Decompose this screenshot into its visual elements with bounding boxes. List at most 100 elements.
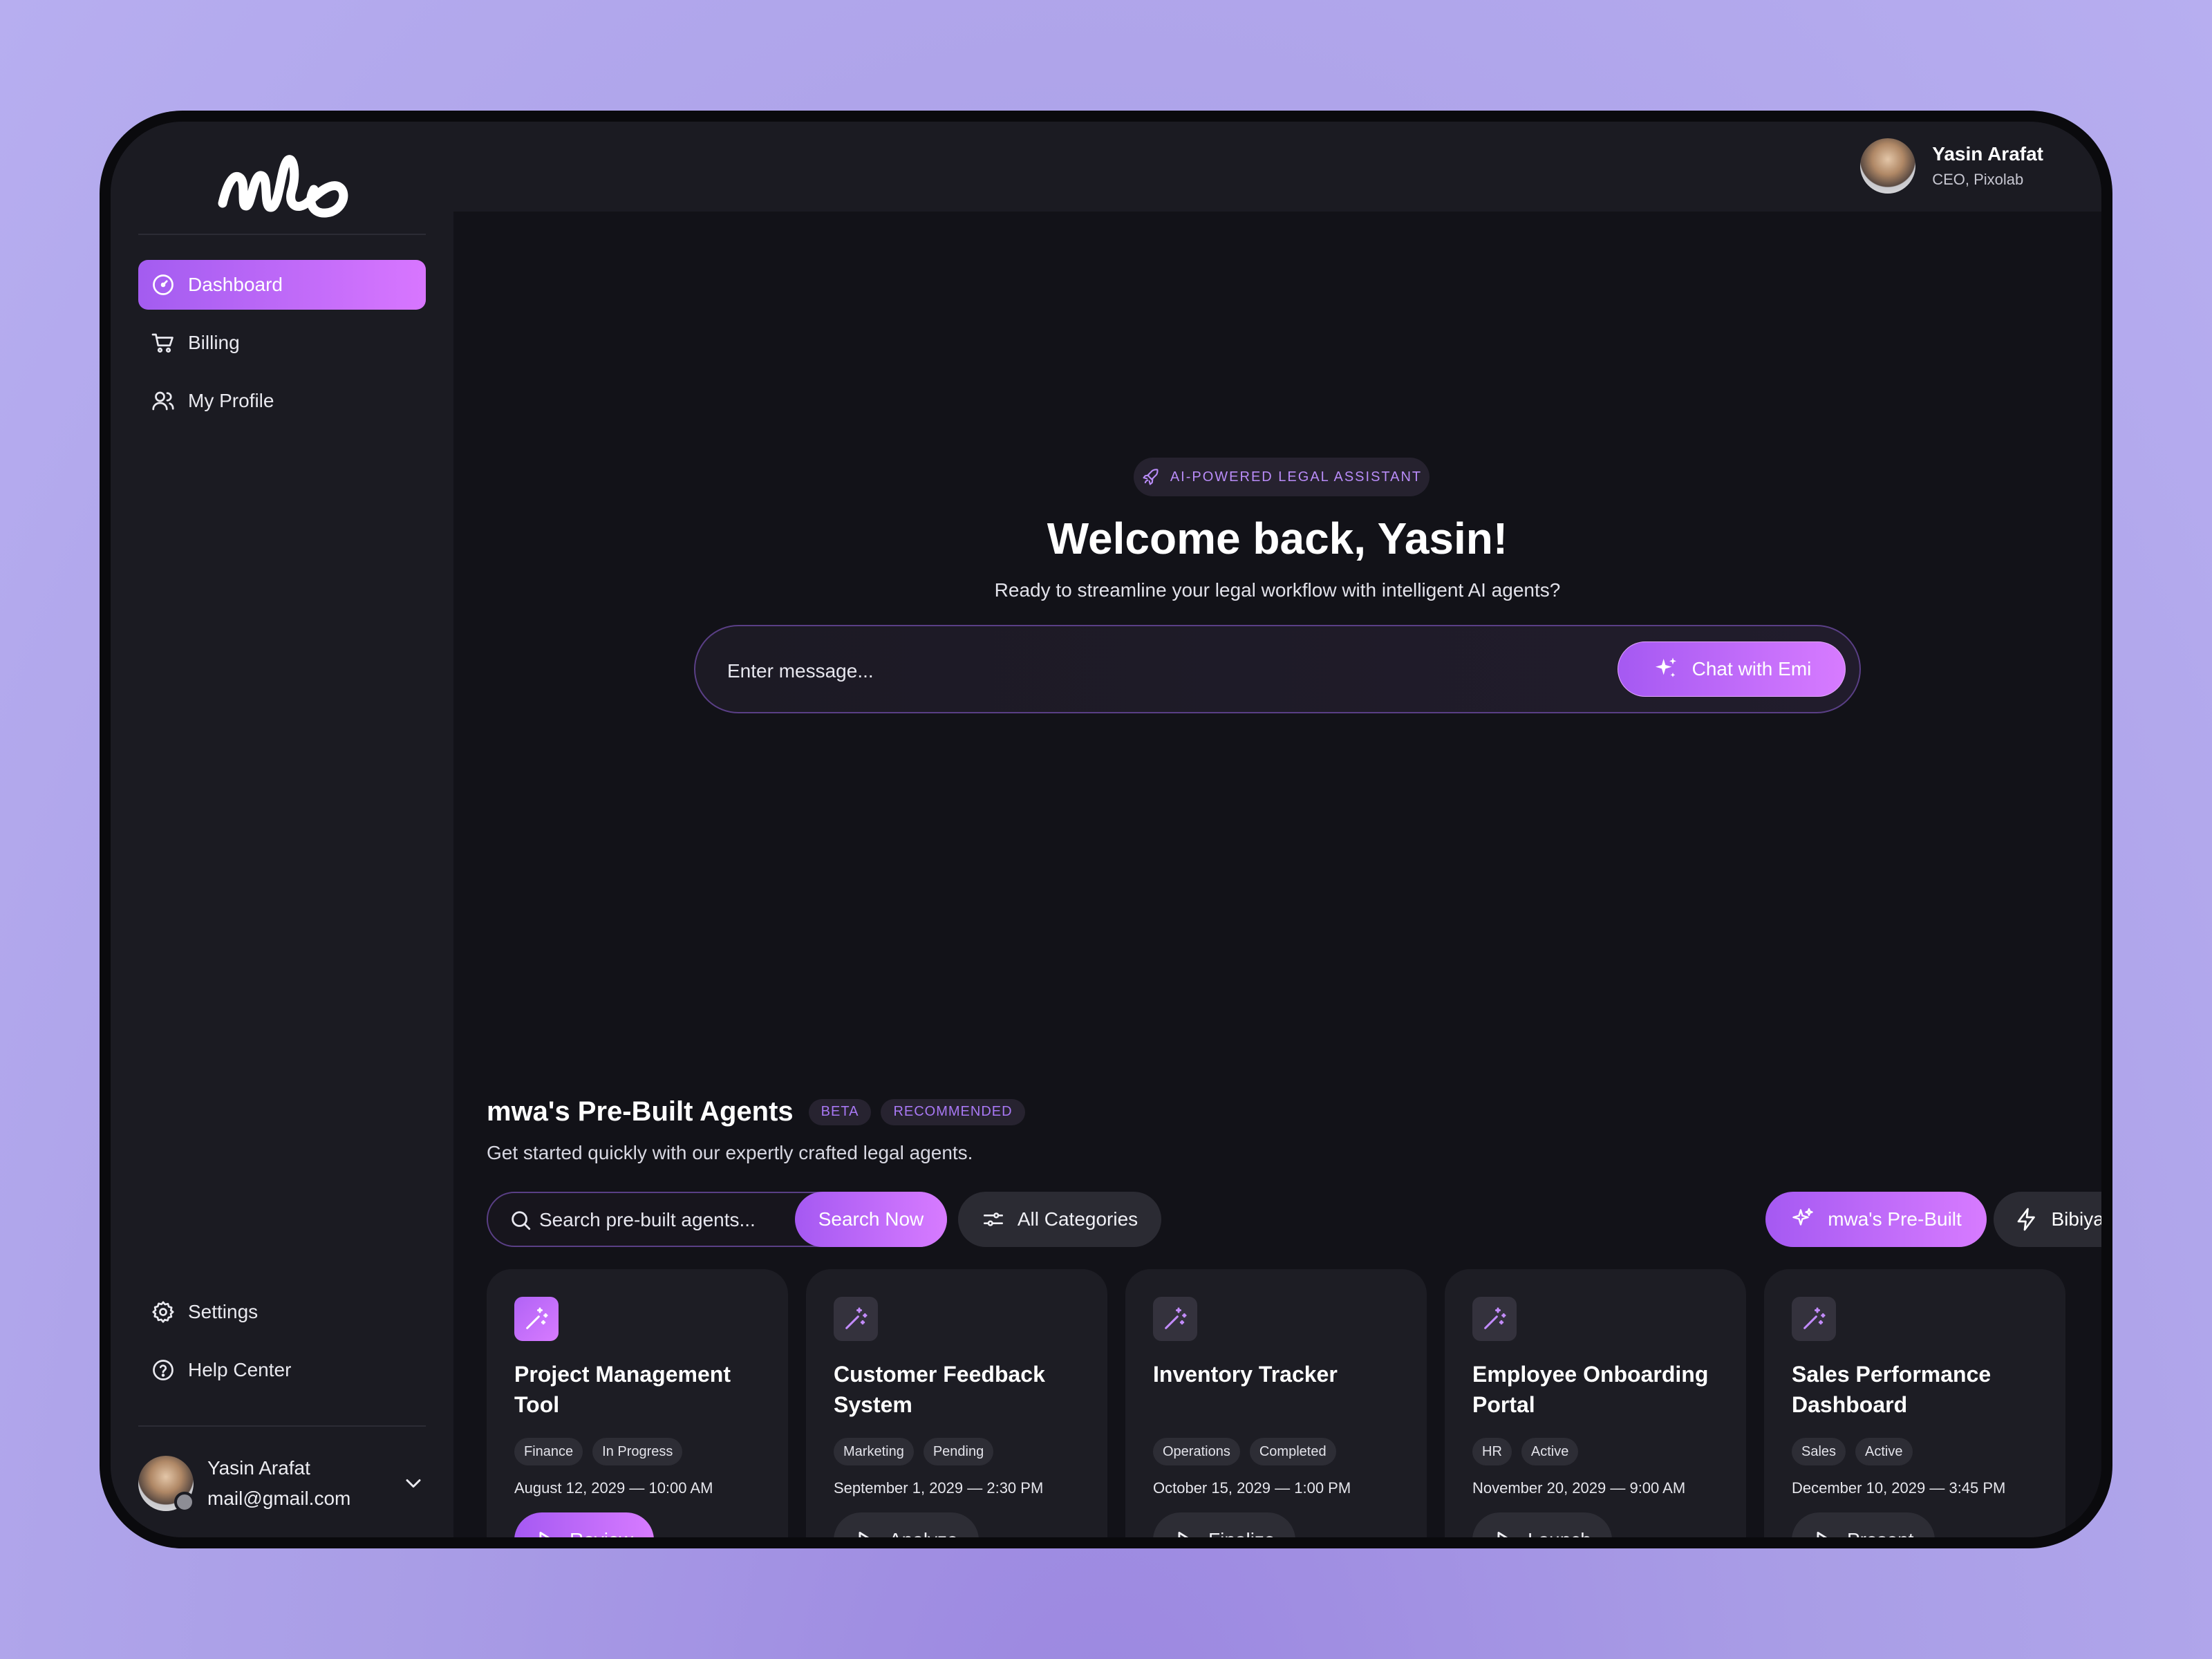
card-date: November 20, 2029 — 9:00 AM <box>1472 1479 1686 1497</box>
magic-wand-icon <box>526 1307 548 1329</box>
card-icon-box <box>834 1297 878 1341</box>
toggle-label: mwa's Pre-Built <box>1828 1208 1962 1230</box>
sidebar-item-dashboard[interactable]: Dashboard <box>138 260 426 310</box>
sliders-icon <box>983 1212 1003 1226</box>
review-button[interactable]: Review <box>514 1512 654 1537</box>
page-subtitle: Ready to streamline your legal workflow … <box>994 579 1561 601</box>
toggle-bibiyan-law[interactable]: Bibiyan Law <box>1994 1192 2101 1247</box>
recommended-badge: RECOMMENDED <box>881 1098 1025 1125</box>
lightning-icon <box>2017 1208 2035 1231</box>
chat-with-emi-button[interactable]: Chat with Emi <box>1618 641 1846 697</box>
card-icon-box <box>1792 1297 1836 1341</box>
launch-button[interactable]: Launch <box>1472 1512 1612 1537</box>
category-tag: HR <box>1472 1438 1512 1465</box>
search-icon <box>512 1211 531 1230</box>
chevron-down-icon[interactable] <box>401 1471 426 1496</box>
app-window: Dashboard Billing My Profile Settings He… <box>111 122 2101 1537</box>
play-icon <box>859 1531 870 1537</box>
play-icon <box>1497 1531 1508 1537</box>
button-label: Launch <box>1528 1529 1591 1537</box>
category-tag: Marketing <box>834 1438 914 1465</box>
button-label: Review <box>570 1529 633 1537</box>
card-title: Customer Feedback System <box>834 1362 1045 1417</box>
card-date: October 15, 2029 — 1:00 PM <box>1153 1479 1351 1497</box>
rocket-icon <box>1143 469 1159 485</box>
agent-card[interactable]: Sales Performance Dashboard Sales Active… <box>1764 1269 2065 1537</box>
card-icon-box <box>1153 1297 1197 1341</box>
button-label: Analyze <box>889 1529 958 1537</box>
button-label: Chat with Emi <box>1691 658 1812 679</box>
beta-badge: BETA <box>808 1098 872 1125</box>
sidebar-item-label: My Profile <box>188 390 274 411</box>
magic-wand-icon <box>1484 1307 1506 1329</box>
all-categories-button[interactable]: All Categories <box>958 1192 1161 1247</box>
play-icon <box>539 1531 550 1537</box>
sidebar-item-label: Help Center <box>188 1359 292 1380</box>
analyze-button[interactable]: Analyze <box>834 1512 979 1537</box>
button-label: Finalize <box>1208 1529 1275 1537</box>
magic-wand-icon <box>1803 1307 1826 1329</box>
card-icon-box <box>1472 1297 1517 1341</box>
finalize-button[interactable]: Finalize <box>1153 1512 1296 1537</box>
sidebar-item-billing[interactable]: Billing <box>138 318 426 368</box>
sidebar-item-help-center[interactable]: Help Center <box>138 1345 426 1395</box>
agent-card[interactable]: Inventory Tracker Operations Completed O… <box>1125 1269 1427 1537</box>
sidebar-item-label: Dashboard <box>188 274 283 295</box>
present-button[interactable]: Present <box>1792 1512 1935 1537</box>
ai-assistant-badge: AI-POWERED LEGAL ASSISTANT <box>1134 458 1430 496</box>
status-tag: Active <box>1855 1438 1913 1465</box>
message-composer: Chat with Emi <box>694 625 1861 713</box>
brand-logo[interactable] <box>216 147 354 223</box>
message-input[interactable] <box>726 650 1558 693</box>
header-user-role: CEO, Pixolab <box>1932 171 2024 188</box>
agent-search-input[interactable] <box>538 1200 789 1240</box>
user-email: mail@gmail.com <box>207 1488 351 1509</box>
agents-section-title: mwa's Pre-Built Agents BETA RECOMMENDED <box>487 1096 1025 1127</box>
sidebar-item-label: Settings <box>188 1301 259 1322</box>
card-title: Project Management Tool <box>514 1362 731 1417</box>
toggle-label: Bibiyan Law <box>2051 1208 2102 1230</box>
card-title: Employee Onboarding Portal <box>1472 1362 1709 1417</box>
agent-search: Search Now <box>487 1192 947 1247</box>
main-content: AI-POWERED LEGAL ASSISTANT Welcome back,… <box>453 212 2101 1537</box>
card-title: Inventory Tracker <box>1153 1362 1338 1387</box>
button-label: Present <box>1847 1529 1914 1537</box>
status-indicator <box>174 1492 195 1512</box>
top-header: Yasin Arafat CEO, Pixolab <box>453 122 2101 212</box>
badge-label: AI-POWERED LEGAL ASSISTANT <box>1170 469 1423 485</box>
sidebar-item-settings[interactable]: Settings <box>138 1287 426 1337</box>
cart-icon <box>151 333 174 353</box>
user-name: Yasin Arafat <box>207 1457 310 1479</box>
header-user-name: Yasin Arafat <box>1932 143 2043 165</box>
sidebar-user-menu[interactable]: Yasin Arafat mail@gmail.com <box>138 1449 426 1518</box>
header-user[interactable]: Yasin Arafat CEO, Pixolab <box>1860 138 2043 194</box>
play-icon <box>1817 1531 1828 1537</box>
card-date: December 10, 2029 — 3:45 PM <box>1792 1479 2006 1497</box>
search-now-button[interactable]: Search Now <box>795 1192 947 1247</box>
sidebar-item-label: Billing <box>188 332 240 353</box>
sidebar-divider <box>138 1425 426 1427</box>
status-tag: Completed <box>1249 1438 1336 1465</box>
avatar <box>1860 138 1916 194</box>
status-tag: Active <box>1521 1438 1579 1465</box>
agent-card[interactable]: Project Management Tool Finance In Progr… <box>487 1269 788 1537</box>
section-title-text: mwa's Pre-Built Agents <box>487 1096 794 1127</box>
status-tag: In Progress <box>592 1438 683 1465</box>
sparkle-icon <box>1655 657 1676 677</box>
sidebar: Dashboard Billing My Profile Settings He… <box>111 122 453 1537</box>
category-tag: Sales <box>1792 1438 1846 1465</box>
agent-cards: Project Management Tool Finance In Progr… <box>487 1269 2101 1537</box>
gear-icon <box>152 1301 174 1323</box>
toggle-mwa-pre-built[interactable]: mwa's Pre-Built <box>1765 1192 1987 1247</box>
page-title: Welcome back, Yasin! <box>1047 514 1508 563</box>
avatar <box>138 1456 195 1512</box>
category-tag: Finance <box>514 1438 583 1465</box>
sidebar-item-my-profile[interactable]: My Profile <box>138 376 426 426</box>
agent-card[interactable]: Employee Onboarding Portal HR Active Nov… <box>1445 1269 1746 1537</box>
agents-section-subtitle: Get started quickly with our expertly cr… <box>487 1142 973 1163</box>
category-tag: Operations <box>1153 1438 1240 1465</box>
agent-card[interactable]: Customer Feedback System Marketing Pendi… <box>806 1269 1107 1537</box>
dashboard-icon <box>153 274 174 295</box>
magic-wand-icon <box>845 1307 868 1329</box>
status-tag: Pending <box>923 1438 994 1465</box>
